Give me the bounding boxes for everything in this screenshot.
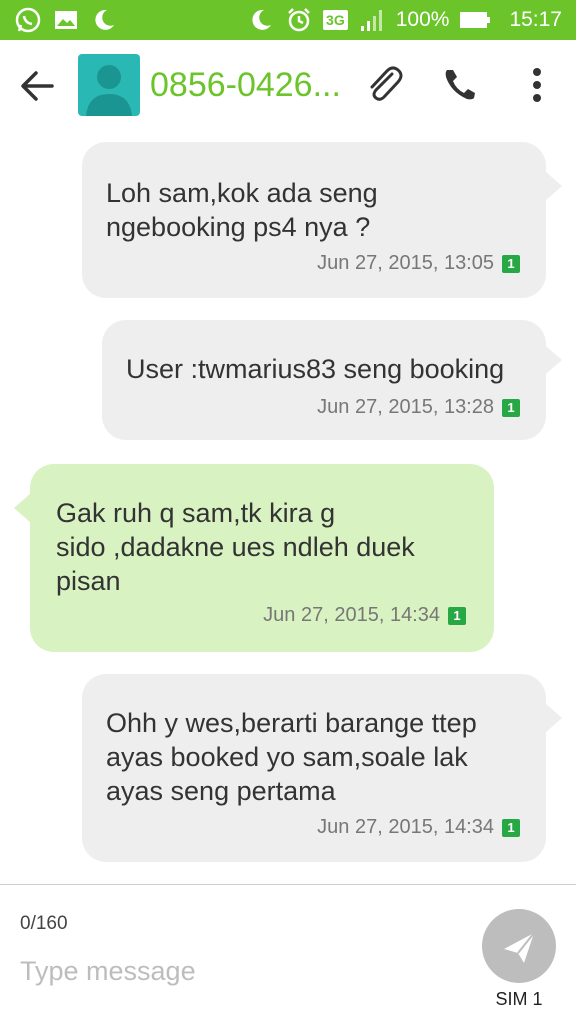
battery-icon	[460, 12, 491, 28]
send-button[interactable]	[482, 909, 556, 983]
battery-percent: 100%	[395, 8, 450, 31]
sim-badge: 1	[502, 254, 520, 273]
back-arrow-icon[interactable]	[14, 64, 62, 108]
message-bubble-outgoing[interactable]: Ohh y wes,berarti barange ttep ayas book…	[82, 674, 546, 862]
status-bar: 3G 100% 15:17	[0, 0, 576, 40]
message-timestamp: Jun 27, 2015, 14:34	[263, 604, 440, 626]
alarm-icon	[288, 8, 310, 32]
phone-call-icon[interactable]	[438, 62, 482, 108]
message-bubble-incoming[interactable]: Gak ruh q sam,tk kira g sido ,dadakne ue…	[30, 464, 494, 652]
do-not-disturb-moon-icon	[252, 9, 272, 30]
message-input[interactable]	[20, 949, 460, 993]
bubble-tail	[14, 494, 30, 522]
message-meta: Jun 27, 2015, 13:28 1	[317, 396, 520, 419]
network-type-badge: 3G	[323, 10, 348, 30]
message-meta: Jun 27, 2015, 14:34 1	[317, 816, 520, 839]
message-bubble-outgoing[interactable]: Loh sam,kok ada seng ngebooking ps4 nya …	[82, 142, 546, 298]
attachment-icon[interactable]	[362, 62, 406, 108]
sim-selector-label[interactable]: SIM 1	[478, 989, 560, 1010]
contact-avatar[interactable]	[78, 54, 140, 116]
person-silhouette-icon	[86, 65, 132, 116]
message-text: User :twmarius83 seng booking	[126, 354, 505, 384]
sim-badge: 1	[502, 818, 520, 837]
more-options-icon[interactable]	[520, 62, 554, 108]
message-meta: Jun 27, 2015, 13:05 1	[317, 252, 520, 275]
message-meta: Jun 27, 2015, 14:34 1	[263, 604, 466, 627]
message-bubble-outgoing[interactable]: User :twmarius83 seng booking Jun 27, 20…	[102, 320, 546, 440]
contact-name[interactable]: 0856-0426...	[150, 66, 350, 105]
bubble-tail	[546, 704, 562, 732]
moon-icon	[95, 9, 114, 30]
whatsapp-icon	[15, 7, 41, 33]
sim-badge: 1	[502, 398, 520, 417]
message-text: Ohh y wes,berarti barange ttep ayas book…	[106, 708, 477, 806]
message-timestamp: Jun 27, 2015, 13:05	[317, 252, 494, 274]
message-text: Loh sam,kok ada seng ngebooking ps4 nya …	[106, 178, 378, 242]
bubble-tail	[546, 346, 562, 374]
character-counter: 0/160	[20, 913, 68, 934]
send-icon	[504, 932, 535, 963]
gallery-icon	[55, 11, 77, 29]
signal-icon	[360, 10, 382, 31]
sim-badge: 1	[448, 606, 466, 625]
message-composer: 0/160 SIM 1	[0, 884, 576, 1024]
message-text: Gak ruh q sam,tk kira g sido ,dadakne ue…	[56, 498, 415, 596]
clock: 15:17	[509, 8, 562, 31]
bubble-tail	[546, 172, 562, 200]
message-timestamp: Jun 27, 2015, 13:28	[317, 396, 494, 418]
app-bar: 0856-0426...	[0, 40, 576, 132]
message-timestamp: Jun 27, 2015, 14:34	[317, 816, 494, 838]
